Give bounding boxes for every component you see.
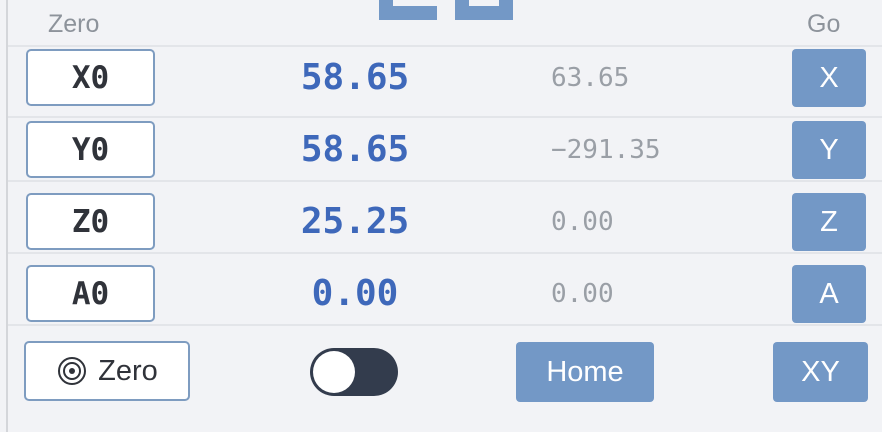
go-xy-button[interactable]: XY [773, 342, 868, 402]
a-machine-position: 0.00 [551, 279, 614, 309]
go-x-button[interactable]: X [792, 49, 866, 107]
zero-y-button[interactable]: Y0 [26, 121, 155, 178]
go-z-button[interactable]: Z [792, 193, 866, 251]
row-divider [8, 45, 882, 47]
zero-all-button[interactable]: Zero [24, 341, 190, 401]
zero-x-button[interactable]: X0 [26, 49, 155, 106]
go-y-button[interactable]: Y [792, 121, 866, 179]
x-work-position: 58.65 [300, 57, 410, 98]
panel-border [6, 0, 8, 432]
logo-icon [379, 0, 513, 20]
home-button[interactable]: Home [516, 342, 654, 402]
zero-z-button[interactable]: Z0 [26, 193, 155, 250]
zero-column-header: Zero [48, 10, 100, 38]
x-machine-position: 63.65 [551, 63, 630, 93]
a-work-position: 0.00 [311, 273, 399, 314]
toggle-knob [313, 351, 355, 393]
go-a-button[interactable]: A [792, 265, 866, 323]
zero-all-label: Zero [98, 354, 158, 387]
zero-a-button[interactable]: A0 [26, 265, 155, 322]
y-work-position: 58.65 [300, 129, 410, 170]
z-work-position: 25.25 [300, 201, 410, 242]
row-divider [8, 116, 882, 118]
row-divider [8, 324, 882, 326]
target-icon [58, 357, 87, 385]
go-column-header: Go [807, 10, 841, 38]
mode-toggle[interactable] [310, 348, 398, 396]
y-machine-position: −291.35 [551, 135, 661, 165]
row-divider [8, 180, 882, 182]
z-machine-position: 0.00 [551, 207, 614, 237]
row-divider [8, 252, 882, 254]
